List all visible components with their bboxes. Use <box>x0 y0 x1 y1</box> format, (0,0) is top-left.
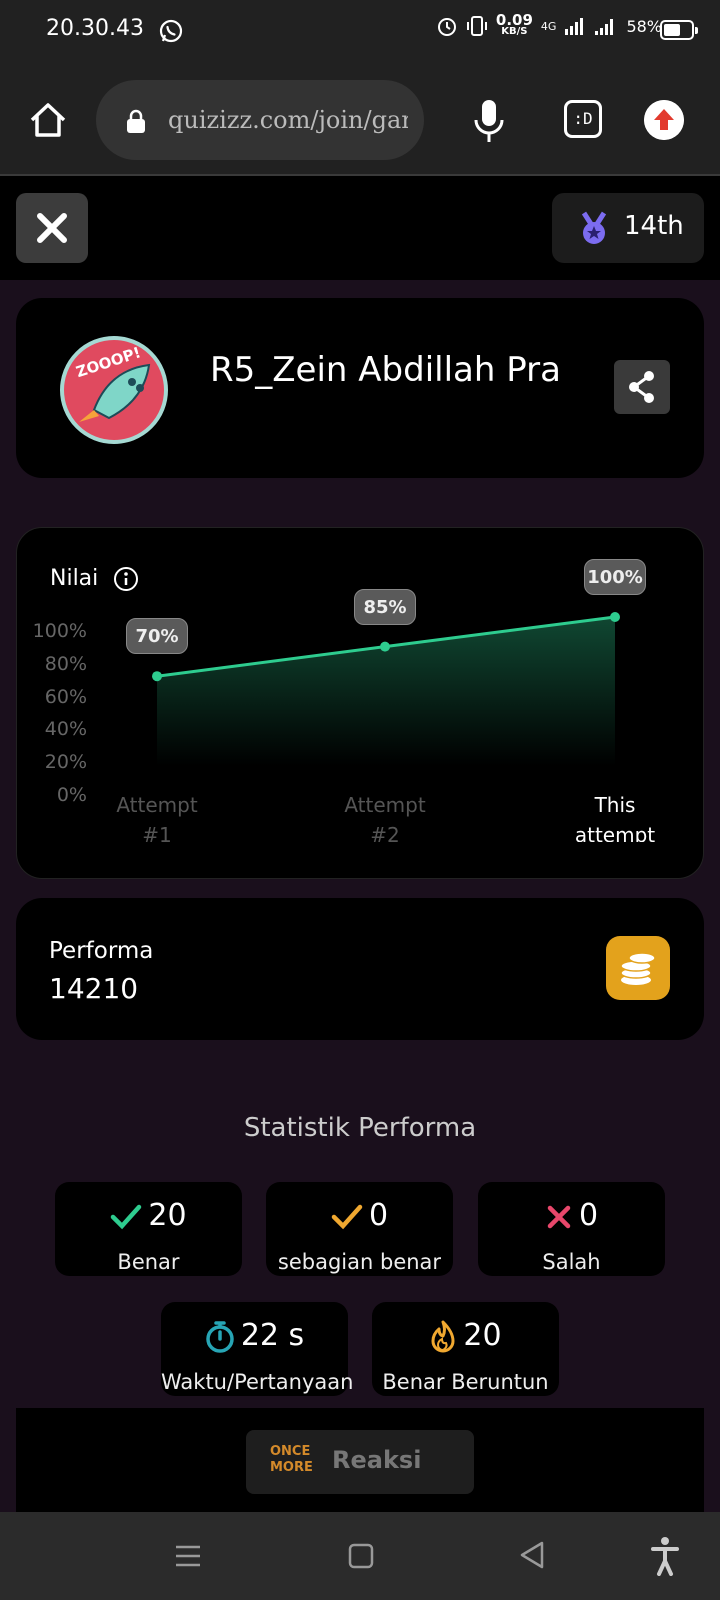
flame-icon <box>431 1320 455 1352</box>
signal-icon <box>565 18 584 35</box>
player-name: R5_Zein Abdillah Pra <box>210 350 561 390</box>
stats-title: Statistik Performa <box>243 1113 477 1143</box>
stat-streak-label: Benar Beruntun <box>382 1370 549 1394</box>
vibrate-icon <box>466 16 487 36</box>
status-time: 20.30.43 <box>46 16 144 41</box>
quiz-header: 14th <box>0 176 720 280</box>
whatsapp-icon <box>159 19 183 43</box>
share-icon <box>629 371 654 403</box>
avatar: ZOOOP! <box>60 336 168 444</box>
stat-partial-value: 0 <box>368 1198 389 1233</box>
data-point <box>610 612 620 622</box>
once-more-logo: ONCE MORE <box>270 1444 313 1475</box>
network-type: 4G <box>540 19 557 33</box>
profile-card: ZOOOP! R5_Zein Abdillah Pra <box>16 298 704 478</box>
reaction-label: Reaksi <box>332 1446 422 1474</box>
data-label: 70% <box>126 618 188 655</box>
net-speed-value: 0.09 <box>495 11 533 29</box>
menu-icon[interactable] <box>174 1542 202 1570</box>
android-nav-bar <box>0 1512 720 1600</box>
url-text: quizizz.com/join/gam <box>168 106 408 134</box>
check-icon <box>111 1204 142 1229</box>
zooop-logo: ZOOOP! <box>74 343 151 422</box>
home-square-icon[interactable] <box>348 1542 374 1570</box>
stat-correct: 20 Benar <box>55 1182 242 1276</box>
signal-icon-2 <box>595 19 614 35</box>
stat-partial-label: sebagian benar <box>277 1250 442 1274</box>
stat-wrong-value: 0 <box>578 1198 599 1233</box>
stat-correct-value: 20 <box>148 1198 187 1233</box>
close-button[interactable] <box>16 193 88 263</box>
coins-button[interactable] <box>606 936 670 1000</box>
reaction-button[interactable]: ONCE MORE Reaksi <box>246 1430 474 1494</box>
cross-icon <box>547 1205 571 1228</box>
stat-wrong-label: Salah <box>542 1250 601 1274</box>
home-icon[interactable] <box>28 100 68 140</box>
data-point <box>152 671 162 682</box>
alarm-icon <box>437 18 456 36</box>
x-tick-label: Attempt #1 <box>116 793 198 842</box>
stat-time-label: Waktu/Pertanyaan <box>161 1370 354 1394</box>
share-button[interactable] <box>614 360 670 414</box>
stat-partial: 0 sebagian benar <box>266 1182 453 1276</box>
performance-card: Performa 14210 <box>16 898 704 1040</box>
coins-icon <box>620 952 656 985</box>
stat-streak-value: 20 <box>463 1318 502 1353</box>
tabs-button[interactable]: :D <box>564 100 602 138</box>
x-tick-label: This attempt <box>574 793 656 842</box>
lock-icon <box>127 109 145 133</box>
battery-icon <box>660 20 698 40</box>
x-tick-label: Attempt #2 <box>344 793 426 842</box>
rank-text: 14th <box>624 211 684 241</box>
stat-streak: 20 Benar Beruntun <box>372 1302 559 1396</box>
data-label: 100% <box>584 559 646 595</box>
microphone-icon[interactable] <box>470 98 508 144</box>
stat-correct-label: Benar <box>117 1250 180 1274</box>
address-bar[interactable]: quizizz.com/join/gam <box>96 80 424 160</box>
stat-wrong: 0 Salah <box>478 1182 665 1276</box>
rank-badge[interactable]: 14th <box>552 193 704 263</box>
upload-arrow-icon[interactable] <box>644 100 684 140</box>
score-chart-card: Nilai 100% 80% 60% 40% 20% 0% 70% 85% 100% Attemp… <box>16 527 704 879</box>
stat-time: 22 s Waktu/Pertanyaan <box>161 1302 354 1396</box>
battery-percent: 58% <box>626 16 662 36</box>
data-point <box>380 641 390 652</box>
status-icons: 0.09 KB/S 4G 58% <box>436 11 662 38</box>
reaction-bar: ONCE MORE Reaksi <box>16 1408 704 1512</box>
accessibility-icon[interactable] <box>650 1536 680 1576</box>
status-bar: 20.30.43 0.09 KB/S 4G 58% <box>0 0 720 66</box>
browser-toolbar: quizizz.com/join/gam :D <box>0 66 720 176</box>
score-chart: 100% 80% 60% 40% 20% 0% 70% 85% 100% Attempt #1 Att… <box>17 528 705 880</box>
performance-value: 14210 <box>49 972 139 1005</box>
timer-icon <box>206 1320 234 1353</box>
data-label: 85% <box>354 588 416 625</box>
stat-time-value: 22 s <box>240 1318 305 1353</box>
close-icon <box>37 213 67 243</box>
series-area <box>157 617 615 766</box>
check-icon <box>331 1204 363 1229</box>
back-icon[interactable] <box>518 1540 546 1570</box>
net-speed-unit: KB/S <box>501 26 528 37</box>
medal-icon <box>581 211 607 244</box>
performance-label: Performa <box>49 938 154 964</box>
